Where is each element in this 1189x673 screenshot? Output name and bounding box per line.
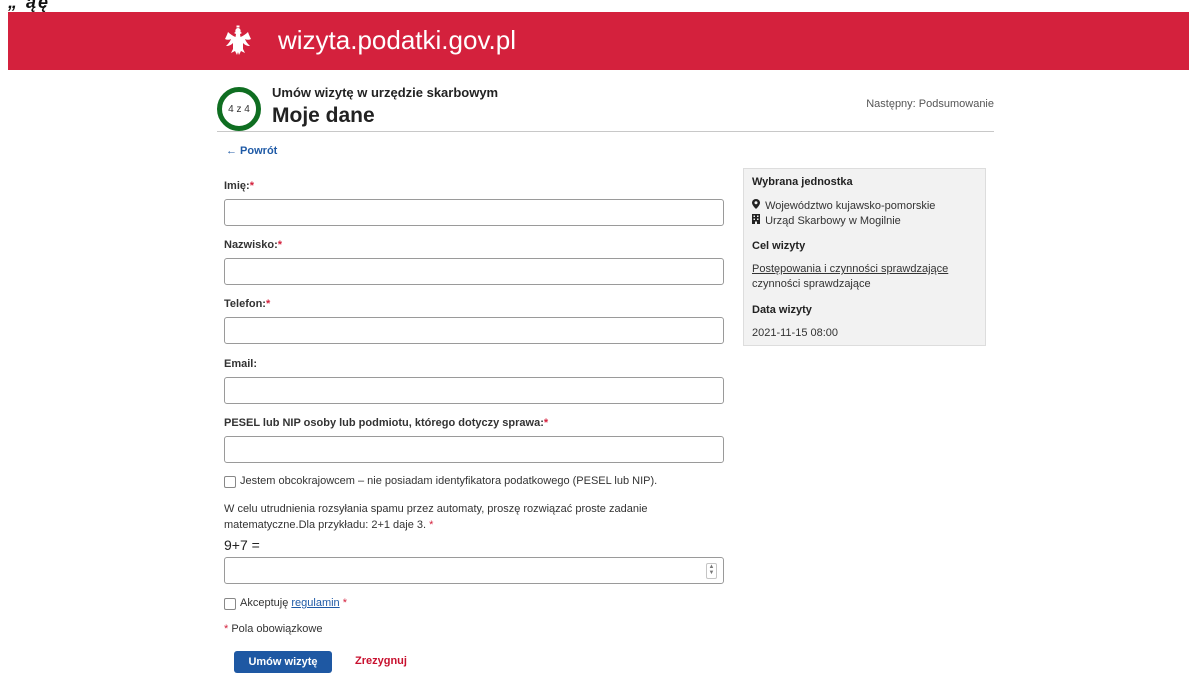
office-row: Urząd Skarbowy w Mogilnie: [752, 214, 901, 227]
required-mark: *: [277, 239, 283, 251]
office-text: Urząd Skarbowy w Mogilnie: [765, 215, 901, 227]
required-note-text: Pola obowiązkowe: [231, 623, 323, 635]
summary-panel: [743, 168, 986, 346]
terms-link[interactable]: regulamin: [291, 597, 339, 609]
step-subtitle: Umów wizytę w urzędzie skarbowym: [272, 85, 499, 100]
required-mark: *: [249, 180, 254, 192]
voivodeship-row: Województwo kujawsko-pomorskie: [752, 199, 935, 212]
first-name-label-text: Imię:: [224, 180, 250, 192]
purpose-link[interactable]: Postępowania i czynności sprawdzające: [752, 263, 948, 275]
top-strip: „ ąę: [0, 0, 1189, 12]
required-mark: *: [265, 298, 271, 310]
site-header: wizyta.podatki.gov.pl: [8, 12, 1189, 70]
first-name-label: Imię:*: [224, 180, 254, 192]
pesel-label-text: PESEL lub NIP osoby lub podmiotu, któreg…: [224, 417, 544, 429]
date-value: 2021-11-15 08:00: [752, 327, 839, 339]
page-title: Moje dane: [272, 104, 375, 127]
purpose-heading: Cel wizyty: [752, 240, 806, 252]
required-mark: *: [429, 519, 434, 531]
step-progress-label: 4 z 4: [228, 103, 250, 115]
email-label-text: Email:: [224, 358, 258, 370]
last-name-label-text: Nazwisko:: [224, 239, 278, 251]
required-mark: *: [543, 417, 549, 429]
terms-label: Akceptuję regulamin *: [240, 597, 347, 609]
pesel-input[interactable]: [224, 436, 724, 463]
building-icon: [752, 214, 762, 227]
required-note: * Pola obowiązkowe: [224, 623, 322, 635]
site-title[interactable]: wizyta.podatki.gov.pl: [278, 25, 516, 56]
next-step-label: Następny: Podsumowanie: [866, 98, 994, 110]
last-name-input[interactable]: [224, 258, 724, 285]
foreigner-checkbox[interactable]: [224, 476, 236, 488]
phone-label: Telefon:*: [224, 298, 270, 310]
header-divider: [217, 131, 994, 132]
last-name-label: Nazwisko:*: [224, 239, 282, 251]
purpose-detail: czynności sprawdzające: [752, 278, 871, 290]
captcha-instruction-line2: matematyczne.Dla przykładu: 2+1 daje 3. …: [224, 519, 433, 531]
cancel-button[interactable]: Zrezygnuj: [355, 655, 407, 667]
captcha-answer-input[interactable]: [224, 557, 724, 584]
unit-heading: Wybrana jednostka: [752, 176, 853, 188]
email-input[interactable]: [224, 377, 724, 404]
map-pin-icon: [752, 199, 762, 212]
phone-input[interactable]: [224, 317, 724, 344]
email-label: Email:: [224, 358, 257, 370]
eagle-icon: [225, 25, 251, 55]
step-progress-circle: 4 z 4: [217, 87, 261, 131]
voivodeship-text: Województwo kujawsko-pomorskie: [765, 200, 936, 212]
pesel-label: PESEL lub NIP osoby lub podmiotu, któreg…: [224, 417, 548, 429]
required-mark: *: [342, 597, 348, 609]
number-spinner[interactable]: ▲ ▼: [706, 563, 717, 579]
first-name-input[interactable]: [224, 199, 724, 226]
phone-label-text: Telefon:: [224, 298, 266, 310]
terms-prefix: Akceptuję: [240, 597, 289, 609]
captcha-instruction-line1: W celu utrudnienia rozsyłania spamu prze…: [224, 503, 648, 515]
captcha-equation: 9+7 =: [224, 537, 260, 553]
required-mark: *: [224, 623, 229, 635]
date-heading: Data wizyty: [752, 304, 812, 316]
captcha-instruction-text: matematyczne.Dla przykładu: 2+1 daje 3.: [224, 519, 427, 531]
foreigner-checkbox-label: Jestem obcokrajowcem – nie posiadam iden…: [240, 475, 658, 487]
back-link[interactable]: ← Powrót: [226, 145, 277, 157]
terms-checkbox[interactable]: [224, 598, 236, 610]
